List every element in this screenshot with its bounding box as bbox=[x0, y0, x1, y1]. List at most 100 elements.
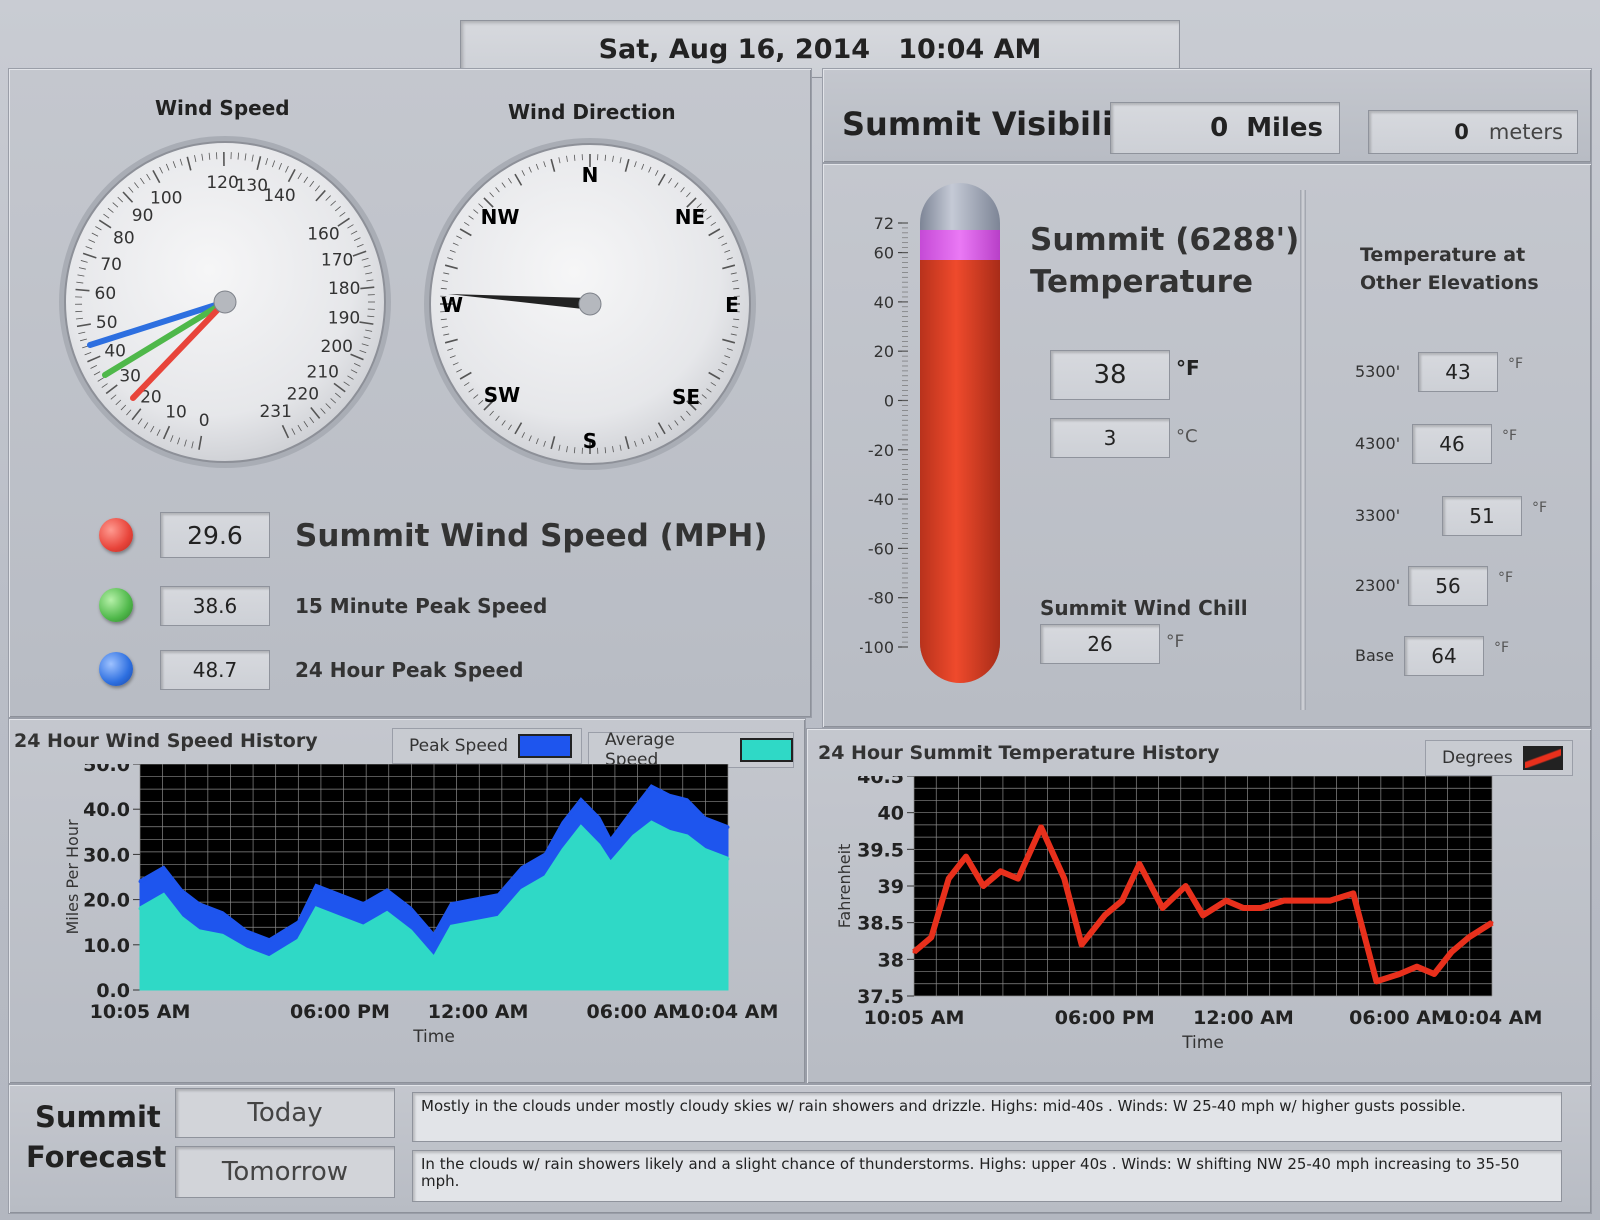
data-point bbox=[220, 934, 224, 938]
degrees-legend: Degrees bbox=[1425, 740, 1573, 776]
data-point bbox=[385, 911, 389, 915]
today-forecast-content: Mostly in the clouds under mostly cloudy… bbox=[421, 1097, 1466, 1115]
elevation-name: 5300' bbox=[1355, 362, 1401, 381]
thermometer-fill bbox=[920, 259, 1000, 683]
data-point bbox=[520, 889, 524, 893]
elevation-temp-unit: °F bbox=[1494, 640, 1510, 656]
gauge-tick-label: 180 bbox=[328, 279, 360, 299]
data-point bbox=[685, 834, 689, 838]
data-point bbox=[1351, 891, 1355, 895]
data-point bbox=[267, 938, 271, 942]
data-point bbox=[667, 794, 671, 798]
tomorrow-button[interactable]: Tomorrow bbox=[175, 1146, 395, 1198]
data-point bbox=[1161, 906, 1165, 910]
data-point bbox=[608, 861, 612, 865]
data-point bbox=[179, 889, 183, 893]
datetime-text: Sat, Aug 16, 2014 10:04 AM bbox=[598, 33, 1042, 65]
data-point bbox=[197, 929, 201, 933]
data-point bbox=[1490, 921, 1494, 925]
current-speed-indicator bbox=[99, 518, 133, 552]
temp-history-title: 24 Hour Summit Temperature History bbox=[818, 742, 1220, 764]
gauge-tick-label: 40 bbox=[104, 341, 126, 361]
peak-speed-swatch bbox=[518, 734, 573, 758]
gauge-tick-label: 210 bbox=[307, 363, 339, 383]
data-point bbox=[726, 825, 730, 829]
data-point bbox=[579, 825, 583, 829]
thermometer-scale-label: 40 bbox=[874, 293, 894, 312]
data-point bbox=[338, 893, 342, 897]
peak24-value: 48.7 bbox=[160, 650, 270, 690]
gauge-tick-label: 200 bbox=[321, 337, 353, 357]
compass-label-s: S bbox=[583, 429, 597, 453]
visibility-meters-value: 0 bbox=[1454, 120, 1469, 144]
data-point bbox=[912, 950, 916, 954]
data-point bbox=[1120, 899, 1124, 903]
wind-chill-label: Summit Wind Chill bbox=[1040, 596, 1248, 620]
elevation-divider bbox=[1300, 190, 1306, 710]
data-point bbox=[497, 893, 501, 897]
compass-label-sw: SW bbox=[484, 383, 520, 407]
data-point bbox=[179, 916, 183, 920]
data-point bbox=[138, 907, 142, 911]
wind-history-chart: 50.0 40.0 30.0 20.0 10.0 0.010:05 AM 06:00 PM 1… bbox=[63, 764, 779, 1047]
average-speed-legend: Average Speed bbox=[588, 730, 794, 770]
x-tick-label: 10:05 AM bbox=[864, 1007, 965, 1029]
elevation-temp-value: 43 bbox=[1418, 352, 1498, 392]
data-point bbox=[361, 902, 365, 906]
data-point bbox=[1450, 950, 1454, 954]
x-tick-label: 10:05 AM bbox=[90, 1001, 191, 1023]
today-button[interactable]: Today bbox=[175, 1088, 395, 1138]
summit-speed-label: Summit Wind Speed (MPH) bbox=[295, 518, 768, 554]
wind-speed-title: Wind Speed bbox=[155, 96, 290, 120]
wind-chill-value: 26 bbox=[1040, 624, 1160, 664]
gauge-tick-label: 80 bbox=[113, 228, 135, 248]
x-tick-label: 10:04 AM bbox=[678, 1001, 779, 1023]
degrees-legend-label: Degrees bbox=[1442, 748, 1513, 768]
visibility-miles-unit: Miles bbox=[1246, 113, 1323, 143]
data-point bbox=[297, 920, 301, 924]
gauge-tick-label: 30 bbox=[119, 367, 141, 387]
data-point bbox=[726, 857, 730, 861]
tomorrow-forecast-content: In the clouds w/ rain showers likely and… bbox=[421, 1155, 1520, 1190]
data-point bbox=[450, 902, 454, 906]
thermometer-range-band bbox=[920, 229, 1000, 260]
data-point bbox=[244, 929, 248, 933]
data-point bbox=[1016, 877, 1020, 881]
data-point bbox=[929, 935, 933, 939]
data-point bbox=[473, 898, 477, 902]
data-point bbox=[597, 843, 601, 847]
wind-chill-unit: °F bbox=[1166, 632, 1185, 652]
data-point bbox=[497, 916, 501, 920]
data-point bbox=[1432, 972, 1436, 976]
thermometer-scale-label: -60 bbox=[868, 539, 894, 558]
y-tick-label: 39 bbox=[878, 876, 904, 898]
data-point bbox=[432, 956, 436, 960]
thermometer-scale-label: 0 bbox=[884, 391, 894, 410]
data-point bbox=[999, 869, 1003, 873]
thermometer: 72 60 40 20 0 -20 -40 -60 -80 -100 bbox=[860, 183, 1000, 683]
gauge-tick-label: 170 bbox=[321, 250, 353, 270]
y-tick-label: 10.0 bbox=[83, 935, 130, 957]
gauge-tick-label: 231 bbox=[259, 402, 291, 422]
y-tick-label: 39.5 bbox=[857, 839, 904, 861]
wind-history-title: 24 Hour Wind Speed History bbox=[14, 730, 318, 752]
y-tick-label: 40.5 bbox=[857, 776, 904, 788]
y-tick-label: 38 bbox=[878, 949, 904, 971]
data-point bbox=[608, 839, 612, 843]
gauge-tick-label: 90 bbox=[132, 206, 154, 226]
summit-speed-value: 29.6 bbox=[160, 512, 270, 558]
x-tick-label: 12:00 AM bbox=[428, 1001, 529, 1023]
today-forecast-text: Mostly in the clouds under mostly cloudy… bbox=[412, 1092, 1562, 1142]
data-point bbox=[1374, 979, 1378, 983]
elevation-temp-unit: °F bbox=[1502, 428, 1518, 444]
thermometer-scale-label: 20 bbox=[874, 342, 894, 361]
temp-f-unit: °F bbox=[1176, 356, 1200, 380]
elevation-temp-value: 64 bbox=[1404, 636, 1484, 676]
data-point bbox=[1103, 913, 1107, 917]
compass-label-nw: NW bbox=[481, 205, 520, 229]
gauge-tick-label: 10 bbox=[165, 403, 187, 423]
wind-direction-compass: N NE E SE S SW W NW bbox=[424, 138, 756, 470]
data-point bbox=[1201, 913, 1205, 917]
data-point bbox=[314, 907, 318, 911]
summit-temp-title-2: Temperature bbox=[1030, 264, 1253, 300]
